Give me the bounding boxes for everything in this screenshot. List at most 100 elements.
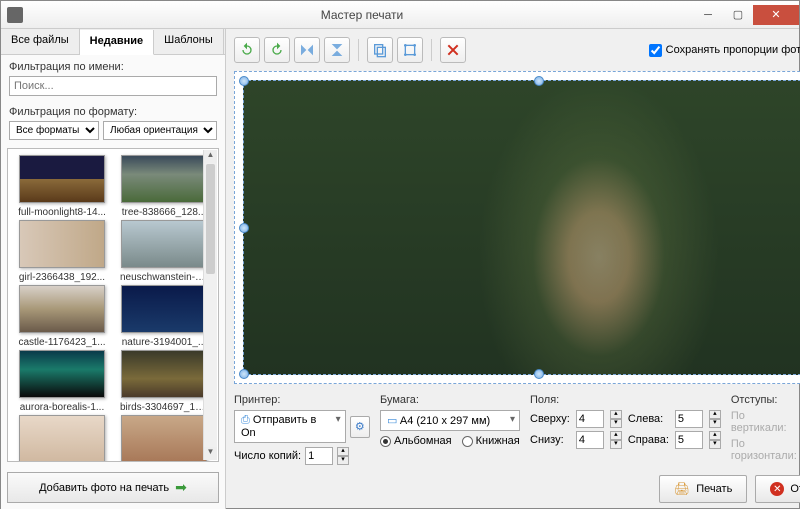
cancel-button-label: Отмена [790, 483, 800, 495]
thumb-item[interactable] [116, 415, 212, 461]
gap-h-label: По горизонтали: [731, 438, 797, 462]
thumb-name: birds-3304697_19... [120, 402, 208, 413]
cancel-button[interactable]: ✕ Отмена [755, 475, 800, 503]
thumb-image [121, 220, 207, 268]
margin-top-label: Сверху: [530, 413, 570, 425]
toolbar-separator [358, 39, 359, 61]
thumb-item[interactable]: birds-3304697_19... [116, 350, 212, 413]
print-settings: Принтер: ⎙ Отправить в On ⚙ Число копий:… [234, 392, 800, 471]
margin-left-input[interactable] [675, 410, 703, 428]
orient-portrait-radio[interactable]: Книжная [462, 435, 520, 447]
thumb-name: neuschwanstein-5... [120, 272, 208, 283]
gaps-label: Отступы: [731, 394, 800, 406]
thumb-item[interactable] [14, 415, 110, 461]
thumb-item[interactable]: full-moonlight8-14... [14, 155, 110, 218]
flip-vertical-button[interactable] [324, 37, 350, 63]
handle-top-left[interactable] [239, 76, 249, 86]
margin-bottom-spinner[interactable]: ▴▾ [610, 431, 622, 449]
margin-top-spinner[interactable]: ▴▾ [610, 410, 622, 428]
handle-bottom-left[interactable] [239, 369, 249, 379]
orientation-select[interactable]: Любая ориентация [103, 121, 217, 140]
margin-bottom-label: Снизу: [530, 434, 570, 446]
gap-v-label: По вертикали: [731, 410, 797, 434]
thumb-image [19, 285, 105, 333]
radio-icon [462, 436, 473, 447]
thumb-image [121, 350, 207, 398]
thumbs-scrollbar[interactable]: ▲ ▼ [203, 150, 217, 460]
copy-button[interactable] [367, 37, 393, 63]
margin-left-spinner[interactable]: ▴▾ [709, 410, 721, 428]
thumb-item[interactable]: aurora-borealis-1... [14, 350, 110, 413]
thumbnail-panel: full-moonlight8-14... tree-838666_128...… [7, 148, 219, 462]
thumbnail-grid[interactable]: full-moonlight8-14... tree-838666_128...… [8, 149, 218, 461]
thumb-image [121, 415, 207, 461]
filter-format: Фильтрация по формату: Все форматы Любая… [1, 100, 225, 144]
main-layout: Все файлы Недавние Шаблоны Фильтрация по… [1, 29, 799, 509]
thumb-image [19, 350, 105, 398]
thumb-image [121, 155, 207, 203]
scroll-up-icon[interactable]: ▲ [204, 150, 217, 163]
page-icon: ▭ [387, 415, 397, 427]
keep-proportions-label: Сохранять пропорции фотографий [666, 44, 800, 56]
margin-bottom-input[interactable] [576, 431, 604, 449]
app-icon [7, 7, 23, 23]
arrow-right-icon: ➡ [175, 479, 187, 496]
gear-icon: ⚙ [355, 420, 365, 433]
gaps-col: Отступы: По вертикали: ▴▾ По горизонтали… [731, 394, 800, 465]
thumb-item[interactable]: neuschwanstein-5... [116, 220, 212, 283]
margin-right-spinner[interactable]: ▴▾ [709, 431, 721, 449]
keep-proportions-checkbox[interactable]: Сохранять пропорции фотографий [649, 44, 800, 57]
paper-label: Бумага: [380, 394, 520, 406]
printer-select[interactable]: ⎙ Отправить в On [234, 410, 346, 443]
margin-right-input[interactable] [675, 431, 703, 449]
search-input[interactable] [9, 76, 217, 96]
thumb-item[interactable]: tree-838666_128... [116, 155, 212, 218]
tab-all-files[interactable]: Все файлы [1, 29, 80, 54]
tab-recent[interactable]: Недавние [80, 30, 154, 55]
handle-left[interactable] [239, 223, 249, 233]
printer-value: Отправить в On [241, 414, 316, 439]
print-button-label: Печать [696, 483, 732, 495]
paper-select[interactable]: ▭ A4 (210 x 297 мм) [380, 410, 520, 431]
tab-templates[interactable]: Шаблоны [154, 29, 224, 54]
printer-settings-button[interactable]: ⚙ [350, 416, 370, 438]
margin-right-label: Справа: [628, 434, 669, 446]
handle-top[interactable] [534, 76, 544, 86]
thumb-item[interactable]: nature-3194001_... [116, 285, 212, 348]
copies-spinner[interactable]: ▴▾ [337, 447, 349, 465]
rotate-cw-button[interactable] [264, 37, 290, 63]
thumb-image [19, 415, 105, 461]
keep-proportions-input[interactable] [649, 44, 662, 57]
add-photo-label: Добавить фото на печать [39, 482, 169, 494]
margin-top-input[interactable] [576, 410, 604, 428]
scroll-down-icon[interactable]: ▼ [204, 447, 217, 460]
thumb-item[interactable]: girl-2366438_192... [14, 220, 110, 283]
titlebar: Мастер печати ─ ▢ ✕ [1, 1, 799, 29]
print-button[interactable]: 🖨 Печать [659, 475, 748, 503]
copies-input[interactable] [305, 447, 333, 465]
margins-col: Поля: Сверху: ▴▾ Слева: ▴▾ Снизу: ▴▾ Спр… [530, 394, 721, 465]
filter-name: Фильтрация по имени: [1, 55, 225, 100]
orient-landscape-radio[interactable]: Альбомная [380, 435, 452, 447]
crop-button[interactable] [397, 37, 423, 63]
paper-col: Бумага: ▭ A4 (210 x 297 мм) Альбомная Кн… [380, 394, 520, 465]
add-photo-button[interactable]: Добавить фото на печать ➡ [7, 472, 219, 503]
left-panel: Все файлы Недавние Шаблоны Фильтрация по… [1, 29, 226, 509]
flip-horizontal-button[interactable] [294, 37, 320, 63]
scroll-thumb[interactable] [206, 164, 215, 274]
print-icon: 🖨 [674, 481, 691, 497]
window-title: Мастер печати [31, 8, 693, 22]
handle-bottom[interactable] [534, 369, 544, 379]
preview-selection[interactable] [243, 80, 800, 375]
printer-label: Принтер: [234, 394, 370, 406]
thumb-item[interactable]: castle-1176423_1... [14, 285, 110, 348]
rotate-ccw-button[interactable] [234, 37, 260, 63]
delete-button[interactable] [440, 37, 466, 63]
close-button[interactable]: ✕ [753, 5, 799, 25]
thumb-name: full-moonlight8-14... [18, 207, 106, 218]
minimize-button[interactable]: ─ [693, 5, 723, 25]
preview-area[interactable] [234, 71, 800, 384]
toolbar-separator [431, 39, 432, 61]
maximize-button[interactable]: ▢ [723, 5, 753, 25]
format-select[interactable]: Все форматы [9, 121, 99, 140]
